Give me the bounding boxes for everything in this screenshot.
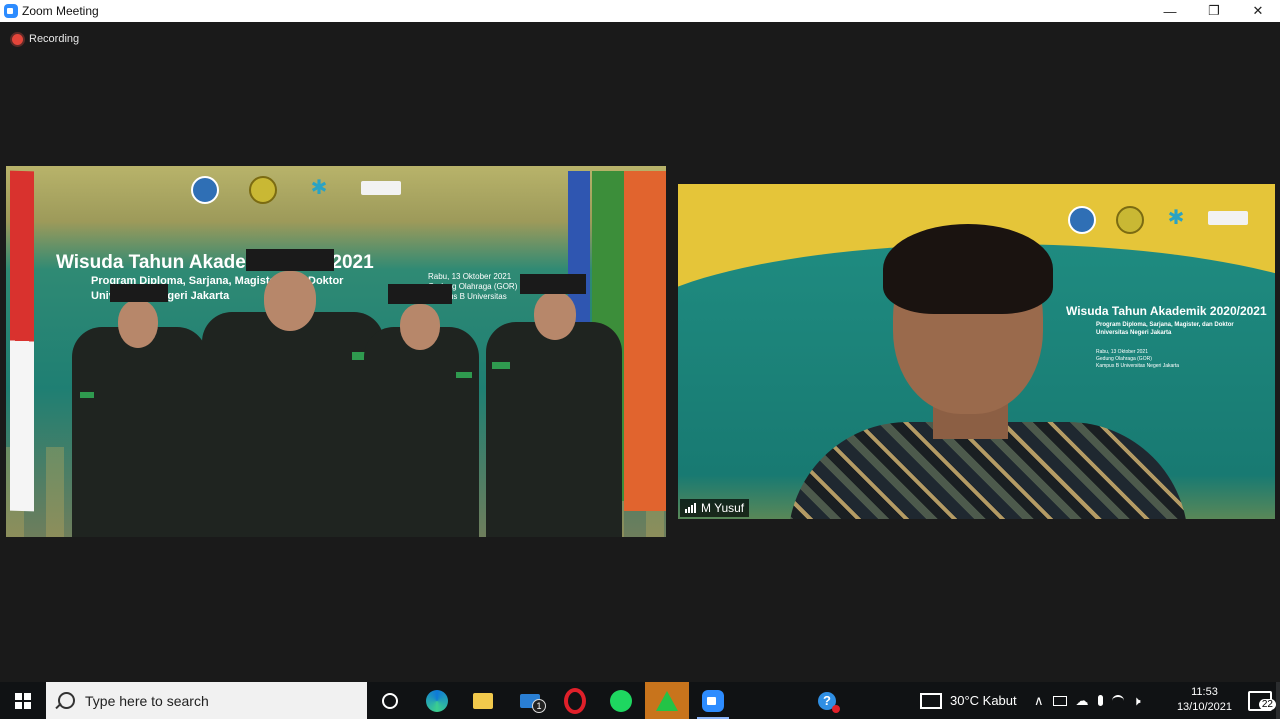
banner-venue-line: Gedung Olahraga (GOR) — [1096, 356, 1152, 362]
show-desktop-button[interactable] — [1276, 682, 1280, 719]
spotify-icon — [610, 689, 632, 712]
graduate-figure — [486, 272, 622, 537]
close-button[interactable]: ✕ — [1236, 0, 1280, 22]
graduate-figure — [202, 247, 384, 537]
banner-title: Wisuda Tahun Akademik 2020/2021 — [1066, 304, 1267, 318]
clock-date: 13/10/2021 — [1176, 701, 1232, 713]
unj-logo-icon — [249, 176, 277, 204]
zoom-logo-icon — [4, 4, 18, 18]
banner-logos: ✱ — [191, 176, 401, 204]
system-tray: ∧ ☁ 🕨 — [1034, 682, 1141, 719]
clock[interactable]: 11:53 13/10/2021 — [1177, 685, 1232, 715]
video-tile-m-yusuf[interactable]: ✱ Wisuda Tahun Akademik 2020/2021 Progra… — [678, 184, 1275, 519]
task-view-button[interactable] — [368, 682, 412, 719]
active-app-button[interactable] — [645, 682, 689, 719]
participant-name-tag: M Yusuf — [680, 499, 750, 517]
taskbar: Type here to search 1 ? 30°C Kabut ∧ ☁ 🕨 — [0, 682, 1280, 719]
windows-icon — [15, 692, 31, 709]
opera-button[interactable] — [553, 682, 597, 719]
kemendikbud-logo-icon — [191, 176, 219, 204]
weather-widget[interactable]: 30°C Kabut — [920, 682, 1017, 719]
notification-count: 22 — [1258, 699, 1276, 710]
start-button[interactable] — [0, 682, 46, 719]
restore-button[interactable]: ❐ — [1192, 0, 1236, 22]
edge-icon — [426, 689, 448, 712]
graduate-figure — [72, 282, 207, 537]
zoom-icon — [702, 689, 724, 712]
cortana-icon — [382, 692, 398, 709]
title-bar: Zoom Meeting — ❐ ✕ — [0, 0, 1280, 22]
kampus-merdeka-logo-icon — [1208, 211, 1248, 225]
mail-badge: 1 — [532, 699, 546, 713]
weather-text: 30°C Kabut — [950, 693, 1017, 708]
volume-icon[interactable]: 🕨 — [1133, 693, 1141, 709]
signal-strength-icon — [685, 503, 696, 513]
mail-button[interactable]: 1 — [508, 682, 552, 719]
participant-name: M Yusuf — [701, 501, 745, 515]
banner-date-line: Rabu, 13 Oktober 2021 — [1096, 349, 1148, 355]
banner-university-line: Universitas Negeri Jakarta — [1096, 330, 1172, 336]
microphone-icon[interactable] — [1097, 695, 1103, 706]
star-logo-icon: ✱ — [1167, 207, 1185, 229]
banner-program-line: Program Diploma, Sarjana, Magister, dan … — [1096, 322, 1234, 328]
file-explorer-button[interactable] — [461, 682, 505, 719]
window-title: Zoom Meeting — [22, 4, 99, 18]
banner-date: Rabu, 13 Oktober 2021 Gedung Olahraga (G… — [1096, 349, 1179, 370]
help-icon: ? — [818, 691, 840, 713]
kemendikbud-logo-icon — [1068, 206, 1096, 234]
clock-time: 11:53 — [1191, 686, 1218, 698]
green-triangle-app-icon — [656, 690, 678, 711]
orange-flag — [624, 171, 666, 511]
star-logo-icon: ✱ — [310, 177, 328, 199]
banner-logos: ✱ — [1068, 206, 1248, 234]
indonesia-flag — [10, 170, 34, 512]
banner-program: Program Diploma, Sarjana, Magister, dan … — [1096, 321, 1234, 337]
unj-logo-icon — [1116, 206, 1144, 234]
participant-hair — [883, 224, 1053, 314]
zoom-taskbar-button[interactable] — [691, 682, 735, 719]
recording-indicator[interactable]: Recording — [12, 33, 79, 45]
banner-campus-line: Kampus B Universitas Negeri Jakarta — [1096, 363, 1180, 369]
edge-button[interactable] — [415, 682, 459, 719]
opera-icon — [564, 687, 586, 714]
onedrive-icon[interactable]: ☁ — [1076, 693, 1089, 709]
spotify-button[interactable] — [599, 682, 643, 719]
search-placeholder: Type here to search — [85, 692, 209, 709]
recording-label: Recording — [29, 33, 80, 45]
battery-icon[interactable] — [1052, 695, 1067, 706]
folder-icon — [473, 692, 493, 709]
graduate-figure — [364, 282, 479, 537]
video-tile-graduation[interactable]: ✱ Wisuda Tahun Akademik 2020/2021 Progra… — [6, 166, 666, 537]
minimize-button[interactable]: — — [1148, 0, 1192, 22]
taskbar-search-box[interactable]: Type here to search — [46, 682, 367, 719]
chevron-up-icon[interactable]: ∧ — [1034, 693, 1044, 709]
help-button[interactable]: ? — [805, 682, 849, 719]
wifi-icon[interactable] — [1111, 694, 1124, 707]
news-icon — [920, 692, 942, 709]
recording-icon — [12, 33, 23, 45]
search-icon — [58, 692, 75, 709]
kampus-merdeka-logo-icon — [361, 181, 401, 195]
